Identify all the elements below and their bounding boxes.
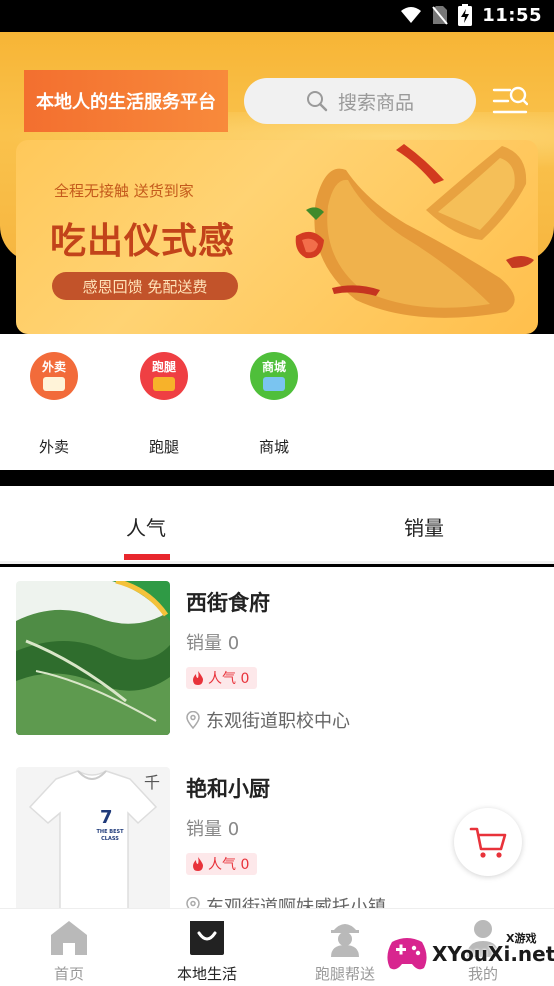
nav-local-life[interactable]: 本地生活 (152, 915, 262, 984)
watermark: X游戏 XYouXi.net (386, 928, 554, 982)
clock: 11:55 (482, 4, 542, 26)
popularity-badge: 人气 0 (186, 853, 258, 875)
promo-banner[interactable]: 全程无接触 送货到家 吃出仪式感 感恩回馈 免配送费 (16, 140, 538, 334)
category-row: 外卖 外卖 跑腿 跑腿 商城 商城 (0, 334, 554, 470)
category-mall[interactable]: 商城 商城 (234, 352, 314, 457)
fire-icon (193, 671, 203, 685)
takeout-icon: 外卖 (30, 352, 78, 400)
sort-tabs: 人气 销量 (0, 486, 554, 564)
active-tab-indicator (124, 554, 170, 560)
no-sim-icon (432, 6, 448, 25)
shirt-caption: THE BEST CLASS (96, 829, 124, 842)
popularity-text: 人气 0 (208, 671, 250, 687)
shopping-bag-icon (190, 921, 224, 955)
shop-thumbnail (16, 581, 170, 735)
nav-label: 本地生活 (176, 965, 237, 983)
chicken-wings-image (295, 144, 534, 318)
cart-button[interactable] (454, 808, 522, 876)
nav-label: 首页 (53, 965, 84, 983)
fire-icon (193, 857, 203, 871)
shop-address: 东观街道啊妹威托小镇 (186, 893, 386, 908)
status-bar: 11:55 (0, 0, 554, 32)
nav-home[interactable]: 首页 (14, 915, 124, 984)
popularity-badge: 人气 0 (186, 667, 258, 689)
nav-courier[interactable]: 跑腿帮送 (290, 915, 400, 984)
category-errand[interactable]: 跑腿 跑腿 (124, 352, 204, 457)
shop-name: 艳和小厨 (186, 777, 270, 801)
popularity-text: 人气 0 (208, 857, 250, 873)
shop-thumbnail: 7 THE BEST CLASS 千 (16, 767, 170, 908)
category-label: 跑腿 (148, 438, 179, 456)
shirt-tag: 千 (144, 773, 161, 792)
category-label: 商城 (258, 438, 289, 456)
list-item[interactable]: 西街食府 销量 0 人气 0 东观街道职校中心 (0, 567, 554, 745)
location-pin-icon (186, 711, 200, 729)
section-divider (0, 470, 554, 486)
banner-subtitle: 全程无接触 送货到家 (54, 182, 194, 200)
wifi-icon (401, 7, 422, 23)
errand-icon: 跑腿 (140, 352, 188, 400)
search-bar[interactable]: 搜索商品 (244, 78, 476, 124)
mall-icon: 商城 (250, 352, 298, 400)
banner-title: 吃出仪式感 (50, 221, 236, 262)
category-menu-icon[interactable] (492, 84, 528, 118)
nav-label: 跑腿帮送 (314, 965, 375, 983)
shop-sales: 销量 0 (186, 633, 240, 654)
cart-icon (469, 827, 507, 858)
courier-icon (331, 924, 359, 957)
tab-popularity[interactable]: 人气 (126, 512, 166, 541)
tab-sales[interactable]: 销量 (404, 512, 444, 541)
home-icon (51, 921, 87, 955)
address-text: 东观街道啊妹威托小镇 (206, 897, 386, 908)
search-placeholder: 搜索商品 (337, 91, 414, 114)
battery-charging-icon (458, 4, 473, 26)
gamepad-logo-icon (387, 938, 427, 970)
category-takeout[interactable]: 外卖 外卖 (14, 352, 94, 457)
shop-address: 东观街道职校中心 (186, 707, 350, 733)
shop-name: 西街食府 (186, 591, 270, 615)
platform-slogan: 本地人的生活服务平台 (24, 70, 228, 132)
watermark-text: XYouXi.net (432, 942, 554, 966)
search-icon (306, 91, 328, 112)
address-text: 东观街道职校中心 (206, 711, 350, 732)
location-pin-icon (186, 897, 200, 908)
shirt-number: 7 (100, 807, 113, 828)
banner-pill: 感恩回馈 免配送费 (52, 272, 238, 300)
category-label: 外卖 (38, 438, 69, 456)
shop-sales: 销量 0 (186, 819, 240, 840)
